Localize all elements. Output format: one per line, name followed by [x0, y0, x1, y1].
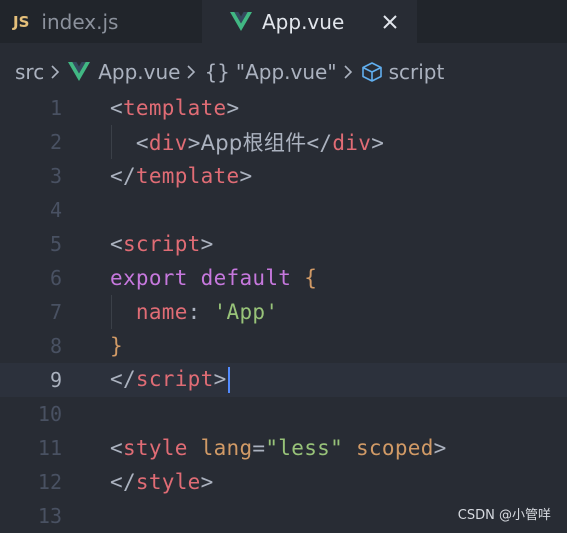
line-number: 3: [49, 164, 62, 188]
code-line[interactable]: 8 }: [0, 329, 567, 363]
line-code: </template>: [110, 164, 253, 188]
line-code: <div>App根组件</div>: [135, 131, 385, 155]
code-line[interactable]: 11 <style lang="less" scoped>: [0, 431, 567, 465]
line-code: name: 'App': [135, 300, 279, 324]
line-number: 6: [49, 266, 62, 290]
breadcrumb-section-label: script: [388, 60, 445, 84]
tab-index-js[interactable]: JS index.js: [0, 0, 202, 43]
code-line[interactable]: 12 </style>: [0, 465, 567, 499]
breadcrumb-component-label: "App.vue": [235, 60, 337, 84]
code-line[interactable]: 1 <template>: [0, 91, 567, 125]
braces-icon: {}: [204, 60, 230, 84]
js-file-icon: JS: [13, 12, 30, 31]
code-line[interactable]: 2 <div>App根组件</div>: [0, 125, 567, 159]
line-number: 13: [37, 504, 62, 528]
line-code: </style>: [110, 470, 214, 494]
chevron-right-icon: [50, 64, 60, 80]
vue-icon: [68, 62, 91, 82]
tab-label: App.vue: [262, 9, 345, 34]
code-line[interactable]: 3 </template>: [0, 159, 567, 193]
chevron-right-icon: [343, 64, 353, 80]
line-number: 10: [37, 402, 62, 426]
line-number: 8: [49, 334, 62, 358]
cube-icon: [361, 61, 383, 83]
code-line[interactable]: 5 <script>: [0, 227, 567, 261]
text-cursor: [227, 367, 230, 393]
breadcrumb-file[interactable]: App.vue: [68, 60, 180, 84]
line-code: <style lang="less" scoped>: [110, 436, 447, 460]
chevron-right-icon: [186, 64, 196, 80]
line-code: export default {: [110, 266, 318, 290]
code-line[interactable]: 7 name: 'App': [0, 295, 567, 329]
breadcrumb-folder[interactable]: src: [15, 60, 44, 84]
line-code: </script>: [110, 367, 230, 393]
line-number: 2: [49, 130, 62, 154]
breadcrumb-file-label: App.vue: [98, 60, 181, 84]
line-code: <template>: [110, 96, 240, 120]
breadcrumb-section[interactable]: script: [361, 60, 445, 84]
breadcrumb-component[interactable]: {} "App.vue": [204, 60, 336, 84]
code-line-current[interactable]: 9 </script>: [0, 363, 567, 397]
tab-app-vue[interactable]: App.vue: [202, 0, 417, 43]
code-line[interactable]: 10: [0, 397, 567, 431]
line-number: 12: [37, 470, 62, 494]
line-number: 4: [49, 198, 62, 222]
tab-label: index.js: [41, 9, 119, 34]
line-number: 5: [49, 232, 62, 256]
close-icon[interactable]: [382, 14, 398, 30]
line-code: <script>: [110, 232, 214, 256]
watermark: CSDN @小管咩: [457, 508, 551, 523]
line-number: 1: [49, 96, 62, 120]
line-number: 7: [49, 300, 62, 324]
line-number: 9: [49, 368, 62, 392]
tab-bar: JS index.js App.vue: [0, 0, 567, 43]
line-number: 11: [37, 436, 62, 460]
vue-icon: [230, 11, 252, 32]
line-code: }: [110, 334, 123, 358]
code-line[interactable]: 6 export default {: [0, 261, 567, 295]
code-line[interactable]: 4: [0, 193, 567, 227]
